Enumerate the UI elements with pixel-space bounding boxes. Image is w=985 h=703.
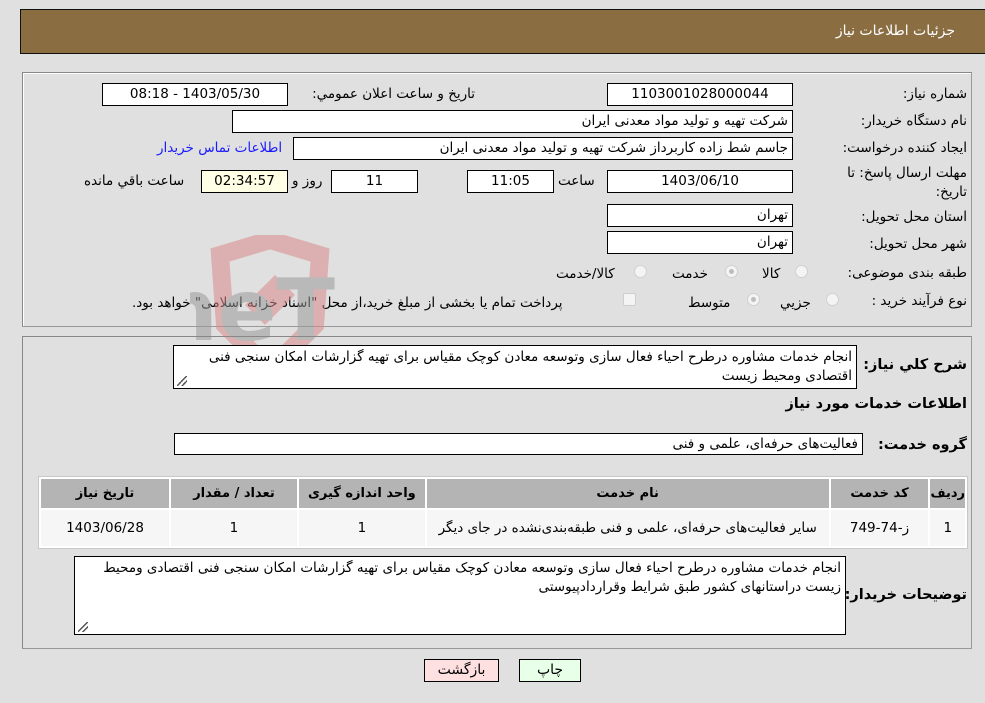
cell-service-code: ز-74-749 — [830, 510, 929, 546]
cell-need-date: 1403/06/28 — [41, 510, 169, 546]
service-group-field: فعالیت‌های حرفه‌ای، علمی و فنی — [174, 433, 863, 455]
page-title: جزئیات اطلاعات نیاز — [835, 23, 955, 39]
purchase-option-minor: جزيي — [780, 295, 811, 311]
city-field: تهران — [607, 231, 793, 254]
description-textarea[interactable]: انجام خدمات مشاوره درطرح احیاء فعال سازی… — [173, 345, 857, 389]
announce-datetime-label: تاریخ و ساعت اعلان عمومي: — [312, 86, 475, 102]
category-radio-goods[interactable] — [795, 265, 808, 278]
back-button[interactable]: بازگشت — [424, 659, 499, 682]
table-row: 1 ز-74-749 سایر فعالیت‌های حرفه‌ای، علمی… — [41, 510, 965, 546]
description-text: انجام خدمات مشاوره درطرح احیاء فعال سازی… — [208, 349, 852, 384]
treasury-note: پرداخت تمام یا بخشی از مبلغ خرید،از محل … — [132, 295, 563, 311]
col-unit: واحد اندازه گیری — [298, 479, 425, 508]
resize-handle-icon[interactable] — [78, 622, 88, 632]
buyer-org-label: نام دستگاه خریدار: — [860, 113, 967, 129]
deadline-label: مهلت ارسال پاسخ: تا تاریخ: — [847, 165, 967, 200]
creator-label: ایجاد کننده درخواست: — [842, 140, 967, 156]
days-remaining-field: 11 — [331, 170, 418, 193]
time-remaining-label: ساعت باقي مانده — [84, 173, 185, 189]
category-radio-service[interactable] — [725, 265, 738, 278]
province-label: استان محل تحویل: — [861, 209, 967, 225]
services-table-header: ردیف کد خدمت نام خدمت واحد اندازه گیری ت… — [41, 479, 965, 508]
deadline-date-field: 1403/06/10 — [607, 170, 793, 193]
province-field: تهران — [607, 204, 793, 227]
services-table: ردیف کد خدمت نام خدمت واحد اندازه گیری ت… — [38, 476, 968, 549]
col-need-date: تاریخ نیاز — [41, 479, 169, 508]
time-remaining-field: 02:34:57 — [201, 170, 288, 193]
category-option-goods: کالا — [762, 266, 781, 282]
cell-row-number: 1 — [930, 510, 965, 546]
services-section-title: اطلاعات خدمات مورد نياز — [785, 396, 967, 412]
col-quantity: تعداد / مقدار — [171, 479, 297, 508]
category-radio-goods-service[interactable] — [634, 265, 647, 278]
category-option-goods-service: کالا/خدمت — [556, 266, 615, 282]
deadline-time-field: 11:05 — [467, 170, 554, 193]
page-header: جزئیات اطلاعات نیاز — [20, 9, 985, 54]
resize-handle-icon[interactable] — [177, 376, 187, 386]
cell-quantity: 1 — [171, 510, 297, 546]
need-number-field: 1103001028000044 — [607, 83, 793, 106]
buyer-notes-label: توضیحات خریدار: — [844, 587, 967, 603]
purchase-radio-medium[interactable] — [747, 293, 760, 306]
print-button[interactable]: چاپ — [519, 659, 581, 682]
deadline-time-label: ساعت — [558, 173, 595, 189]
category-option-service: خدمت — [672, 266, 708, 282]
city-label: شهر محل تحویل: — [869, 236, 967, 252]
purchase-option-medium: متوسط — [688, 295, 731, 311]
col-service-name: نام خدمت — [426, 479, 829, 508]
category-label: طبقه بندی موضوعی: — [847, 265, 967, 281]
creator-field: جاسم شط زاده کاربرداز شرکت تهیه و تولید … — [293, 137, 793, 160]
treasury-checkbox[interactable] — [623, 293, 636, 306]
col-service-code: کد خدمت — [830, 479, 929, 508]
service-group-label: گروه خدمت: — [877, 437, 967, 453]
buyer-contact-link[interactable]: اطلاعات تماس خریدار — [157, 140, 282, 156]
purchase-type-label: نوع فرآیند خرید : — [871, 293, 967, 309]
announce-datetime-field: 1403/05/30 - 08:18 — [102, 83, 288, 106]
need-number-label: شماره نیاز: — [902, 86, 967, 102]
description-label: شرح کلي نياز: — [863, 357, 967, 373]
buyer-notes-textarea[interactable]: انجام خدمات مشاوره درطرح احیاء فعال سازی… — [74, 556, 846, 635]
days-label: روز و — [292, 173, 323, 189]
cell-unit: 1 — [298, 510, 425, 546]
cell-service-name: سایر فعالیت‌های حرفه‌ای، علمی و فنی طبقه… — [426, 510, 829, 546]
col-row-number: ردیف — [930, 479, 965, 508]
buyer-notes-text: انجام خدمات مشاوره درطرح احیاء فعال سازی… — [103, 560, 841, 595]
purchase-radio-minor[interactable] — [826, 293, 839, 306]
buyer-org-field: شرکت تهیه و تولید مواد معدنی ایران — [232, 110, 793, 133]
